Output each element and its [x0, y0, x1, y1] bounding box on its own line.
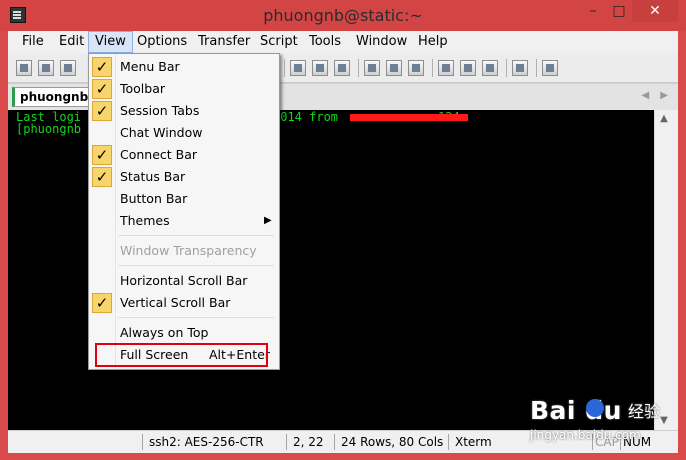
view-menu-item-label: Chat Window — [120, 125, 203, 140]
status-size: 24 Rows, 80 Cols — [334, 434, 443, 450]
check-icon: ✓ — [92, 79, 112, 99]
view-menu-item-label: Window Transparency — [120, 243, 257, 258]
check-icon: ✓ — [92, 167, 112, 187]
view-menu-item-toolbar[interactable]: ✓ Toolbar — [89, 78, 279, 100]
view-menu-item-label: Always on Top — [120, 325, 209, 340]
baidu-paw-icon — [586, 399, 604, 417]
menu-view[interactable]: View — [88, 31, 133, 53]
menu-file[interactable]: File — [16, 31, 50, 53]
vertical-scrollbar[interactable]: ▲ ▼ — [654, 110, 673, 430]
title-bar: phuongnb@static:~ – □ ✕ — [0, 0, 686, 31]
status-cursor: 2, 22 — [286, 434, 324, 450]
connect-tab-icon[interactable] — [60, 60, 76, 76]
submenu-arrow-icon: ▶ — [264, 215, 272, 226]
menu-tools[interactable]: Tools — [303, 31, 347, 53]
check-icon: ✓ — [92, 101, 112, 121]
help-icon[interactable] — [512, 60, 528, 76]
view-menu-item-label: Connect Bar — [120, 147, 198, 162]
baidu-watermark: Bai du 经验 jingyan.baidu.com — [530, 396, 680, 446]
toolbar-separator — [536, 59, 537, 77]
menu-options[interactable]: Options — [131, 31, 193, 53]
menu-separator — [118, 317, 274, 318]
check-icon: ✓ — [92, 293, 112, 313]
view-menu-item-label: Vertical Scroll Bar — [120, 295, 231, 310]
scroll-up-icon[interactable]: ▲ — [655, 110, 673, 128]
menu-separator — [118, 235, 274, 236]
check-icon: ✓ — [92, 57, 112, 77]
view-menu-item-label: Toolbar — [120, 81, 166, 96]
redaction-mark — [350, 114, 468, 121]
window-frame — [672, 110, 678, 430]
paste-icon[interactable] — [312, 60, 328, 76]
view-menu-item-label: Button Bar — [120, 191, 188, 206]
view-menu-item-vertical-scroll-bar[interactable]: ✓ Vertical Scroll Bar — [89, 292, 279, 314]
find-icon[interactable] — [334, 60, 350, 76]
view-menu-item-themes[interactable]: Themes ▶ — [89, 210, 279, 232]
menu-help[interactable]: Help — [412, 31, 454, 53]
check-icon: ✓ — [92, 145, 112, 165]
watermark-url: jingyan.baidu.com — [530, 428, 641, 442]
print-setup-icon[interactable] — [386, 60, 402, 76]
view-menu-item-label: Session Tabs — [120, 103, 200, 118]
scroll-track[interactable] — [657, 128, 671, 412]
tab-scroll-arrows[interactable]: ◀ ▶ — [641, 90, 672, 101]
keymap-icon[interactable] — [460, 60, 476, 76]
menu-transfer[interactable]: Transfer — [192, 31, 256, 53]
close-button[interactable]: ✕ — [632, 0, 678, 22]
sftp-browser-icon[interactable] — [542, 60, 558, 76]
menu-bar: File Edit View Options Transfer Script T… — [8, 31, 678, 53]
view-menu-item-status-bar[interactable]: ✓ Status Bar — [89, 166, 279, 188]
terminal-line-2: [phuongnb — [16, 122, 82, 136]
app-window: phuongnb@static:~ – □ ✕ File Edit View O… — [0, 0, 686, 460]
view-menu-item-horizontal-scroll-bar[interactable]: Horizontal Scroll Bar — [89, 270, 279, 292]
menu-script[interactable]: Script — [254, 31, 304, 53]
view-menu-item-chat-window[interactable]: Chat Window — [89, 122, 279, 144]
view-menu-item-label: Horizontal Scroll Bar — [120, 273, 248, 288]
toolbar-separator — [506, 59, 507, 77]
view-menu-item-button-bar[interactable]: Button Bar — [89, 188, 279, 210]
view-menu-item-window-transparency: Window Transparency — [89, 240, 279, 262]
view-menu-item-label: Menu Bar — [120, 59, 180, 74]
menu-edit[interactable]: Edit — [53, 31, 90, 53]
view-menu-item-session-tabs[interactable]: ✓ Session Tabs — [89, 100, 279, 122]
quick-connect-icon[interactable] — [38, 60, 54, 76]
log-icon[interactable] — [408, 60, 424, 76]
session-tab[interactable]: phuongnb — [12, 87, 100, 107]
view-menu-item-always-on-top[interactable]: Always on Top — [89, 322, 279, 344]
toolbar-separator — [284, 59, 285, 77]
watermark-cn: 经验 — [628, 402, 661, 421]
view-menu-item-connect-bar[interactable]: ✓ Connect Bar — [89, 144, 279, 166]
annotation-highlight-box — [95, 343, 268, 367]
status-encryption: ssh2: AES-256-CTR — [142, 434, 264, 450]
terminal-line-1-suffix: 2014 from — [273, 110, 339, 124]
maximize-button[interactable]: □ — [606, 0, 632, 22]
view-menu-item-label: Themes — [120, 213, 170, 228]
print-icon[interactable] — [364, 60, 380, 76]
view-menu-dropdown: ✓ Menu Bar ✓ Toolbar ✓ Session Tabs Chat… — [88, 53, 280, 370]
copy-icon[interactable] — [290, 60, 306, 76]
toolbar-separator — [432, 59, 433, 77]
menu-separator — [118, 265, 274, 266]
watermark-brand: Bai du — [530, 396, 622, 425]
view-menu-item-label: Status Bar — [120, 169, 186, 184]
sftp-icon[interactable] — [482, 60, 498, 76]
connect-icon[interactable] — [16, 60, 32, 76]
minimize-button[interactable]: – — [580, 0, 606, 22]
menu-window[interactable]: Window — [350, 31, 413, 53]
status-terminal-type: Xterm — [448, 434, 492, 450]
session-options-icon[interactable] — [438, 60, 454, 76]
toolbar-separator — [358, 59, 359, 77]
view-menu-item-menu-bar[interactable]: ✓ Menu Bar — [89, 56, 279, 78]
